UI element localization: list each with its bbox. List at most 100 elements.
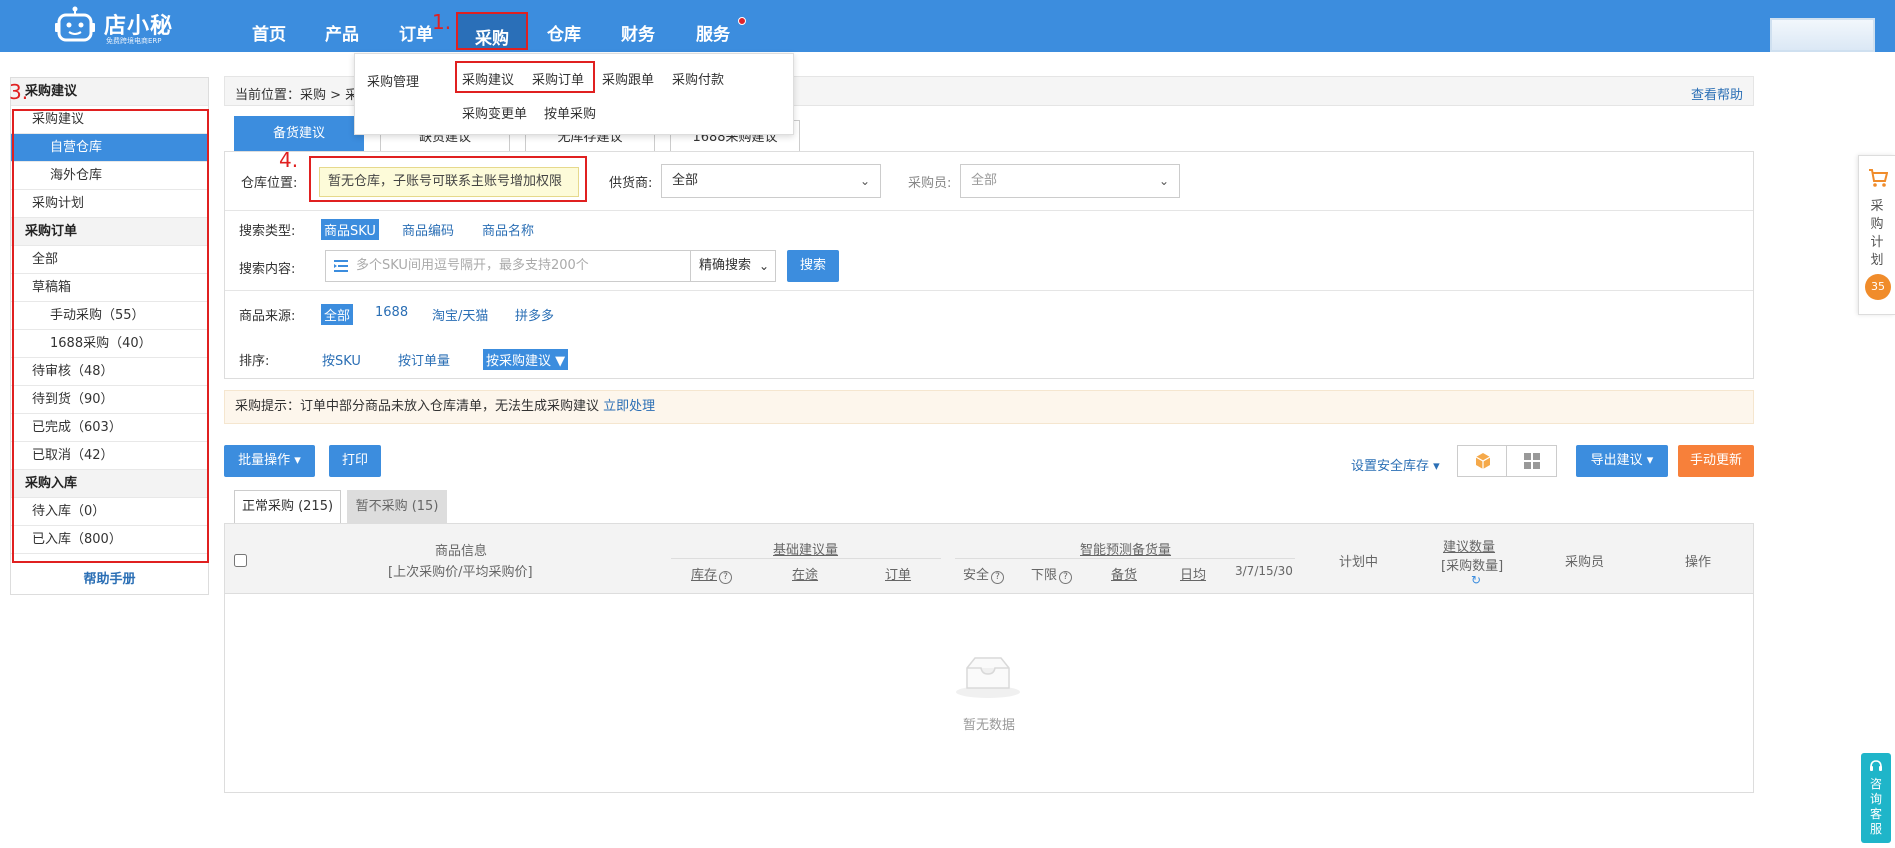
batch-label: 批量操作	[238, 453, 291, 468]
col-stockup[interactable]: 备货	[1111, 564, 1137, 583]
sidebar-header-suggestion: 采购建议	[11, 78, 208, 106]
source-pinduoduo[interactable]: 拼多多	[515, 305, 554, 324]
tab-normal-purchase[interactable]: 正常采购 (215)	[234, 490, 341, 524]
buyer-select[interactable]: 全部 ⌄	[960, 164, 1180, 198]
sort-by-sku[interactable]: 按SKU	[322, 350, 361, 369]
logo[interactable]: 店小秘 免费跨境电商ERP	[50, 2, 190, 48]
manual-update-button[interactable]: 手动更新	[1678, 445, 1754, 477]
warehouse-label: 仓库位置:	[241, 176, 298, 191]
safety-stock-label: 设置安全库存	[1351, 459, 1430, 474]
search-input[interactable]: 多个SKU间用逗号隔开，最多支持200个	[325, 250, 691, 282]
source-1688[interactable]: 1688	[375, 305, 408, 320]
purchase-plan-float[interactable]: 采购计划 35	[1858, 155, 1895, 315]
annotation-box-warning	[309, 156, 587, 202]
col-buyer: 采购员	[1565, 555, 1605, 570]
chevron-down-icon: ⌄	[1158, 174, 1169, 188]
help-icon[interactable]: ?	[1059, 571, 1073, 584]
nav-service[interactable]: 服务	[696, 20, 730, 45]
search-placeholder: 多个SKU间用逗号隔开，最多支持200个	[356, 258, 589, 273]
refresh-icon[interactable]: ↻	[1471, 573, 1481, 587]
logo-subtitle: 免费跨境电商ERP	[106, 37, 162, 45]
search-button[interactable]: 搜索	[787, 250, 839, 282]
export-suggestion-button[interactable]: 导出建议 ▾	[1576, 445, 1668, 477]
nav-purchase[interactable]: 采购	[456, 12, 528, 50]
user-account-box[interactable]	[1770, 18, 1875, 52]
dropdown-item-payment[interactable]: 采购付款	[672, 69, 724, 88]
col-daily-avg[interactable]: 日均	[1180, 564, 1206, 583]
table-header: 商品信息 [上次采购价/平均采购价] 基础建议量 库存? 在途 订单 智能预测备…	[225, 524, 1753, 594]
source-taobao[interactable]: 淘宝/天猫	[432, 305, 488, 324]
tip-action-link[interactable]: 立即处理	[603, 399, 655, 414]
col-in-transit[interactable]: 在途	[792, 564, 818, 583]
supplier-select[interactable]: 全部 ⌄	[661, 164, 881, 198]
buyer-label: 采购员:	[908, 176, 952, 191]
col-group-smart[interactable]: 智能预测备货量	[1080, 539, 1171, 558]
tip-text: 采购提示：订单中部分商品未放入仓库清单，无法生成采购建议	[235, 399, 600, 414]
tab-stock-suggestion[interactable]: 备货建议	[234, 116, 364, 152]
batch-operations-button[interactable]: 批量操作 ▾	[224, 445, 315, 477]
source-all[interactable]: 全部	[321, 304, 354, 325]
list-icon	[334, 260, 348, 272]
nav-products[interactable]: 产品	[325, 20, 359, 45]
search-content-label: 搜索内容:	[239, 262, 296, 277]
cart-icon	[1869, 169, 1888, 187]
purchase-tip-bar: 采购提示：订单中部分商品未放入仓库清单，无法生成采购建议 立即处理	[224, 390, 1754, 424]
view-help-link[interactable]: 查看帮助	[1691, 84, 1743, 103]
annotation-1: 1.	[432, 10, 452, 34]
col-group-basic[interactable]: 基础建议量	[773, 539, 838, 558]
divider	[671, 558, 941, 559]
nav-purchase-label: 采购	[475, 29, 509, 49]
help-manual-link[interactable]: 帮助手册	[11, 568, 208, 587]
robot-logo-icon	[55, 6, 95, 42]
col-orders[interactable]: 订单	[885, 564, 911, 583]
nav-home[interactable]: 首页	[252, 20, 286, 45]
match-mode-select[interactable]: 精确搜索 ⌄	[690, 250, 776, 282]
col-safety-label: 安全	[963, 568, 990, 583]
col-stock[interactable]: 库存?	[691, 564, 733, 584]
col-suggest-qty-sub: [采购数量]	[1441, 559, 1504, 574]
suggestion-table: 商品信息 [上次采购价/平均采购价] 基础建议量 库存? 在途 订单 智能预测备…	[224, 523, 1754, 793]
notification-dot	[738, 17, 746, 25]
search-type-code[interactable]: 商品编码	[402, 220, 454, 239]
nav-warehouse[interactable]: 仓库	[547, 20, 581, 45]
set-safety-stock-link[interactable]: 设置安全库存 ▾	[1351, 455, 1440, 474]
source-label: 商品来源:	[239, 309, 296, 324]
search-type-sku[interactable]: 商品SKU	[321, 219, 379, 240]
purchase-plan-count: 35	[1865, 274, 1891, 300]
annotation-box-dropdown	[455, 61, 595, 93]
select-all-checkbox[interactable]	[234, 554, 247, 567]
divider	[225, 210, 1753, 211]
help-icon[interactable]: ?	[719, 571, 733, 584]
col-product-info-sub: [上次采购价/平均采购价]	[388, 565, 533, 580]
dropdown-item-order-based[interactable]: 按单采购	[544, 103, 596, 122]
col-lower-limit: 下限?	[1031, 564, 1073, 584]
nav-finance[interactable]: 财务	[621, 20, 655, 45]
match-mode-value: 精确搜索	[699, 258, 752, 273]
col-safety: 安全?	[963, 564, 1005, 584]
tab-hold-purchase[interactable]: 暂不采购 (15)	[347, 490, 447, 524]
divider	[225, 290, 1753, 291]
nav-orders[interactable]: 订单	[399, 20, 433, 45]
dropdown-item-tracking[interactable]: 采购跟单	[602, 69, 654, 88]
search-type-name[interactable]: 商品名称	[482, 220, 534, 239]
print-button[interactable]: 打印	[329, 445, 381, 477]
breadcrumb: 当前位置：采购 > 采	[235, 88, 359, 103]
col-suggest-qty[interactable]: 建议数量	[1443, 536, 1495, 555]
sort-by-order-qty[interactable]: 按订单量	[398, 350, 450, 369]
consult-label: 咨询客服	[1869, 777, 1882, 836]
headset-icon	[1870, 760, 1882, 771]
divider	[955, 558, 1295, 559]
empty-box-icon	[956, 657, 1020, 698]
sort-by-suggestion[interactable]: 按采购建议 ▼	[483, 349, 569, 370]
chevron-down-icon: ⌄	[859, 174, 870, 188]
dropdown-item-change-orders[interactable]: 采购变更单	[462, 103, 527, 122]
consult-service-button[interactable]: 咨询客服	[1861, 753, 1891, 843]
chevron-down-icon: ▾	[1642, 453, 1654, 468]
col-action: 操作	[1685, 555, 1712, 570]
box-view-icon[interactable]	[1458, 446, 1507, 476]
col-stock-label: 库存	[691, 568, 718, 583]
grid-view-icon[interactable]	[1508, 446, 1556, 476]
chevron-down-icon: ⌄	[758, 259, 769, 273]
help-icon[interactable]: ?	[991, 571, 1005, 584]
col-planning: 计划中	[1339, 555, 1379, 570]
